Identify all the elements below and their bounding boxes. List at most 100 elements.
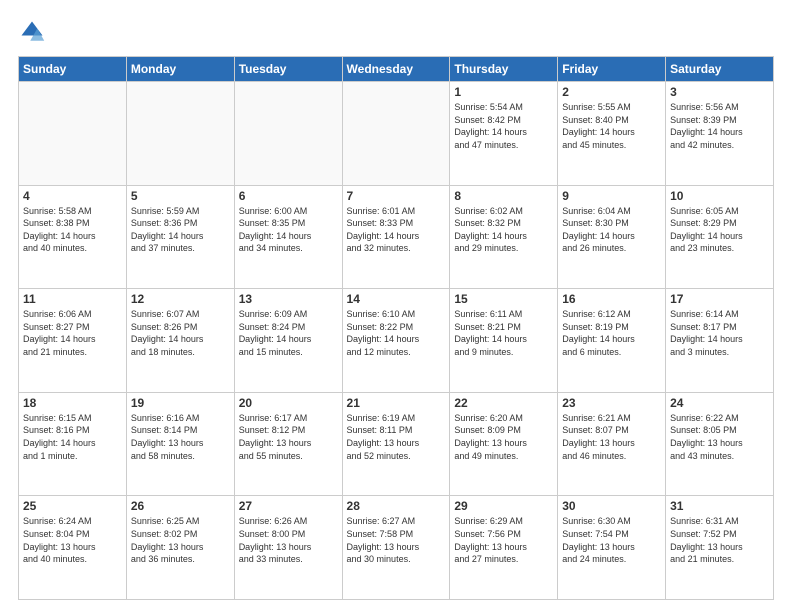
calendar-cell: 31 Sunrise: 6:31 AM Sunset: 7:52 PM Dayli…: [666, 496, 774, 600]
day-number: 12: [131, 292, 230, 306]
day-info: Sunrise: 6:30 AM Sunset: 7:54 PM Dayligh…: [562, 515, 661, 565]
day-number: 10: [670, 189, 769, 203]
day-info: Sunrise: 5:56 AM Sunset: 8:39 PM Dayligh…: [670, 101, 769, 151]
calendar-week-row: 4Sunrise: 5:58 AM Sunset: 8:38 PM Daylig…: [19, 185, 774, 289]
calendar-week-row: 25 Sunrise: 6:24 AM Sunset: 8:04 PM Dayli…: [19, 496, 774, 600]
day-number: 29: [454, 499, 553, 513]
calendar-cell: 5 Sunrise: 5:59 AM Sunset: 8:36 PM Daylig…: [126, 185, 234, 289]
day-number: 25: [23, 499, 122, 513]
calendar-cell: 18Sunrise: 6:15 AM Sunset: 8:16 PM Dayli…: [19, 392, 127, 496]
calendar-cell: 4Sunrise: 5:58 AM Sunset: 8:38 PM Daylig…: [19, 185, 127, 289]
day-number: 16: [562, 292, 661, 306]
day-number: 7: [347, 189, 446, 203]
calendar-cell: 12Sunrise: 6:07 AM Sunset: 8:26 PM Dayli…: [126, 289, 234, 393]
calendar-cell: 20 Sunrise: 6:17 AM Sunset: 8:12 PM Dayli…: [234, 392, 342, 496]
calendar-week-row: 18Sunrise: 6:15 AM Sunset: 8:16 PM Dayli…: [19, 392, 774, 496]
day-info: Sunrise: 6:00 AM Sunset: 8:35 PM Dayligh…: [239, 205, 338, 255]
day-info: Sunrise: 6:06 AM Sunset: 8:27 PM Dayligh…: [23, 308, 122, 358]
day-info: Sunrise: 6:05 AM Sunset: 8:29 PM Dayligh…: [670, 205, 769, 255]
day-info: Sunrise: 5:59 AM Sunset: 8:36 PM Dayligh…: [131, 205, 230, 255]
day-info: Sunrise: 6:31 AM Sunset: 7:52 PM Dayligh…: [670, 515, 769, 565]
calendar-cell: 19 Sunrise: 6:16 AM Sunset: 8:14 PM Dayli…: [126, 392, 234, 496]
calendar-cell: 11 Sunrise: 6:06 AM Sunset: 8:27 PM Dayli…: [19, 289, 127, 393]
day-info: Sunrise: 5:54 AM Sunset: 8:42 PM Dayligh…: [454, 101, 553, 151]
calendar-cell: 25 Sunrise: 6:24 AM Sunset: 8:04 PM Dayli…: [19, 496, 127, 600]
weekday-header: Friday: [558, 57, 666, 82]
calendar-table: SundayMondayTuesdayWednesdayThursdayFrid…: [18, 56, 774, 600]
day-number: 9: [562, 189, 661, 203]
calendar-header-row: SundayMondayTuesdayWednesdayThursdayFrid…: [19, 57, 774, 82]
calendar-cell: 28 Sunrise: 6:27 AM Sunset: 7:58 PM Dayli…: [342, 496, 450, 600]
calendar-cell: 24Sunrise: 6:22 AM Sunset: 8:05 PM Dayli…: [666, 392, 774, 496]
day-number: 17: [670, 292, 769, 306]
calendar-cell: [126, 82, 234, 186]
day-info: Sunrise: 6:15 AM Sunset: 8:16 PM Dayligh…: [23, 412, 122, 462]
day-number: 23: [562, 396, 661, 410]
calendar-cell: 10 Sunrise: 6:05 AM Sunset: 8:29 PM Dayli…: [666, 185, 774, 289]
day-number: 21: [347, 396, 446, 410]
calendar-cell: 7Sunrise: 6:01 AM Sunset: 8:33 PM Daylig…: [342, 185, 450, 289]
calendar-cell: 29 Sunrise: 6:29 AM Sunset: 7:56 PM Dayli…: [450, 496, 558, 600]
weekday-header: Thursday: [450, 57, 558, 82]
day-info: Sunrise: 6:21 AM Sunset: 8:07 PM Dayligh…: [562, 412, 661, 462]
calendar-cell: 26 Sunrise: 6:25 AM Sunset: 8:02 PM Dayli…: [126, 496, 234, 600]
day-number: 19: [131, 396, 230, 410]
day-number: 1: [454, 85, 553, 99]
calendar-cell: [234, 82, 342, 186]
day-info: Sunrise: 6:24 AM Sunset: 8:04 PM Dayligh…: [23, 515, 122, 565]
day-info: Sunrise: 6:02 AM Sunset: 8:32 PM Dayligh…: [454, 205, 553, 255]
top-section: [18, 18, 774, 46]
day-number: 3: [670, 85, 769, 99]
day-number: 5: [131, 189, 230, 203]
calendar-cell: 3 Sunrise: 5:56 AM Sunset: 8:39 PM Daylig…: [666, 82, 774, 186]
calendar-cell: 17 Sunrise: 6:14 AM Sunset: 8:17 PM Dayli…: [666, 289, 774, 393]
day-number: 8: [454, 189, 553, 203]
day-number: 22: [454, 396, 553, 410]
day-info: Sunrise: 6:04 AM Sunset: 8:30 PM Dayligh…: [562, 205, 661, 255]
day-info: Sunrise: 6:09 AM Sunset: 8:24 PM Dayligh…: [239, 308, 338, 358]
day-info: Sunrise: 6:17 AM Sunset: 8:12 PM Dayligh…: [239, 412, 338, 462]
weekday-header: Saturday: [666, 57, 774, 82]
day-number: 20: [239, 396, 338, 410]
calendar-cell: [342, 82, 450, 186]
calendar-cell: 21 Sunrise: 6:19 AM Sunset: 8:11 PM Dayli…: [342, 392, 450, 496]
day-info: Sunrise: 6:10 AM Sunset: 8:22 PM Dayligh…: [347, 308, 446, 358]
day-info: Sunrise: 6:26 AM Sunset: 8:00 PM Dayligh…: [239, 515, 338, 565]
calendar-cell: 6 Sunrise: 6:00 AM Sunset: 8:35 PM Daylig…: [234, 185, 342, 289]
day-number: 11: [23, 292, 122, 306]
weekday-header: Tuesday: [234, 57, 342, 82]
calendar-cell: 23 Sunrise: 6:21 AM Sunset: 8:07 PM Dayli…: [558, 392, 666, 496]
day-number: 14: [347, 292, 446, 306]
day-number: 27: [239, 499, 338, 513]
day-info: Sunrise: 6:22 AM Sunset: 8:05 PM Dayligh…: [670, 412, 769, 462]
calendar-cell: [19, 82, 127, 186]
day-number: 6: [239, 189, 338, 203]
calendar-cell: 16 Sunrise: 6:12 AM Sunset: 8:19 PM Dayli…: [558, 289, 666, 393]
day-number: 30: [562, 499, 661, 513]
day-info: Sunrise: 6:27 AM Sunset: 7:58 PM Dayligh…: [347, 515, 446, 565]
calendar-cell: 22Sunrise: 6:20 AM Sunset: 8:09 PM Dayli…: [450, 392, 558, 496]
day-number: 31: [670, 499, 769, 513]
day-info: Sunrise: 6:16 AM Sunset: 8:14 PM Dayligh…: [131, 412, 230, 462]
day-number: 15: [454, 292, 553, 306]
calendar-cell: 9 Sunrise: 6:04 AM Sunset: 8:30 PM Daylig…: [558, 185, 666, 289]
calendar-cell: 2Sunrise: 5:55 AM Sunset: 8:40 PM Daylig…: [558, 82, 666, 186]
weekday-header: Sunday: [19, 57, 127, 82]
day-info: Sunrise: 6:14 AM Sunset: 8:17 PM Dayligh…: [670, 308, 769, 358]
day-info: Sunrise: 6:29 AM Sunset: 7:56 PM Dayligh…: [454, 515, 553, 565]
weekday-header: Wednesday: [342, 57, 450, 82]
day-info: Sunrise: 6:12 AM Sunset: 8:19 PM Dayligh…: [562, 308, 661, 358]
calendar-cell: 27 Sunrise: 6:26 AM Sunset: 8:00 PM Dayli…: [234, 496, 342, 600]
logo-icon: [18, 18, 46, 46]
calendar-cell: 14 Sunrise: 6:10 AM Sunset: 8:22 PM Dayli…: [342, 289, 450, 393]
day-info: Sunrise: 6:25 AM Sunset: 8:02 PM Dayligh…: [131, 515, 230, 565]
day-number: 2: [562, 85, 661, 99]
calendar-cell: 13Sunrise: 6:09 AM Sunset: 8:24 PM Dayli…: [234, 289, 342, 393]
calendar-cell: 30 Sunrise: 6:30 AM Sunset: 7:54 PM Dayli…: [558, 496, 666, 600]
calendar-week-row: 1 Sunrise: 5:54 AM Sunset: 8:42 PM Daylig…: [19, 82, 774, 186]
day-info: Sunrise: 6:19 AM Sunset: 8:11 PM Dayligh…: [347, 412, 446, 462]
day-number: 28: [347, 499, 446, 513]
day-number: 4: [23, 189, 122, 203]
day-number: 26: [131, 499, 230, 513]
calendar-page: SundayMondayTuesdayWednesdayThursdayFrid…: [0, 0, 792, 612]
